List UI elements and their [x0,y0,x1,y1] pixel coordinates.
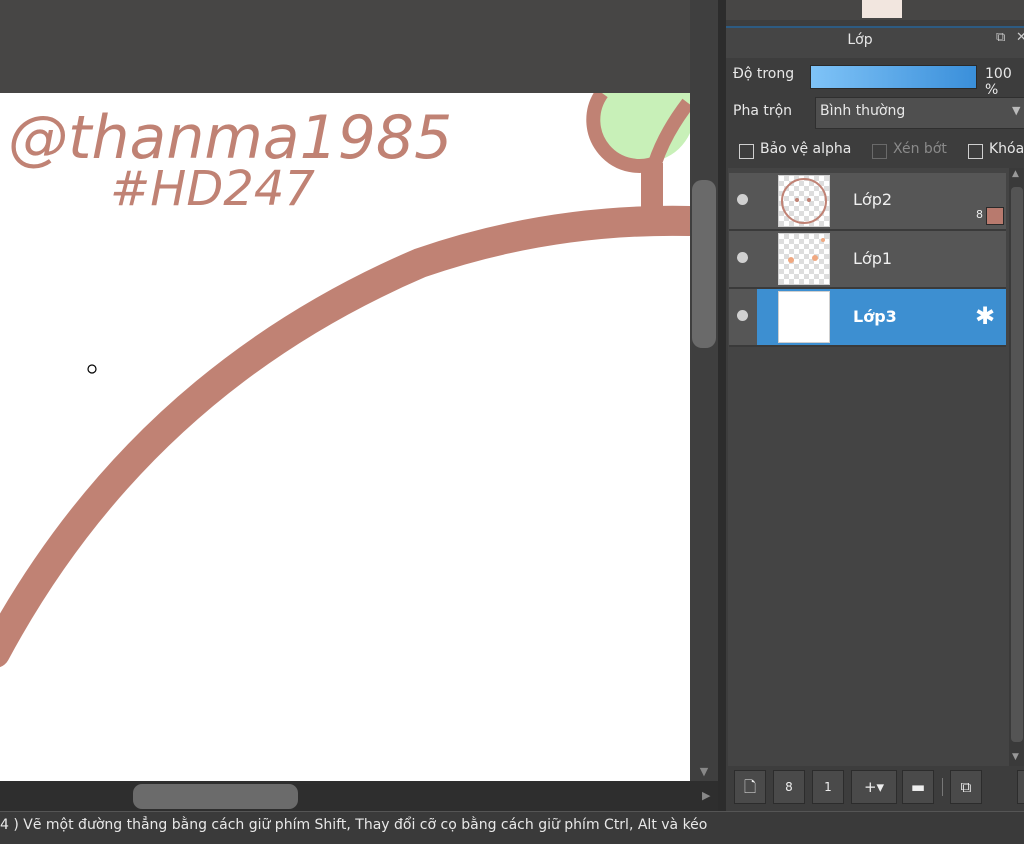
panel-divider[interactable] [718,0,726,811]
add-layer-menu-button[interactable]: +▾ [851,770,897,804]
toolbar-separator [942,778,943,796]
lock-label: Khóa [989,141,1024,157]
brush-cursor [87,364,97,374]
status-text: 4 ) Vẽ một đường thẳng bằng cách giữ phí… [0,817,708,833]
layer-name: Lớp1 [853,249,893,268]
opacity-slider[interactable] [810,65,977,89]
scroll-down-arrow-icon[interactable]: ▼ [694,765,714,779]
scroll-up-arrow-icon[interactable]: ▲ [1012,169,1019,179]
layer-thumbnail [778,291,830,343]
layer-thumbnail-art [788,238,825,263]
layer-name: Lớp2 [853,190,893,209]
layer-color-swatch [986,207,1004,225]
new-8bit-layer-button[interactable]: 8 [773,770,805,804]
duplicate-layer-button[interactable]: ⧉ [950,770,982,804]
more-button[interactable] [1017,770,1024,804]
protect-alpha-checkbox[interactable] [739,144,754,159]
folder-button[interactable]: ▬ [902,770,934,804]
canvas-backdrop [0,0,690,93]
layer-list-scroll-thumb[interactable] [1011,187,1023,742]
protect-alpha-label: Bảo vệ alpha [760,141,852,157]
arc-stroke [0,205,690,668]
new-1bit-layer-button[interactable]: 1 [812,770,844,804]
canvas-horizontal-scroll-thumb[interactable] [133,784,298,809]
canvas-horizontal-scrollbar[interactable] [0,781,718,811]
navigator-thumbnail[interactable] [862,0,902,18]
opacity-value: 100 % [985,66,1012,98]
canvas-vertical-scroll-thumb[interactable] [692,180,716,348]
layer-thumbnail [778,175,830,227]
opacity-label: Độ trong [733,66,795,82]
layer-panel-title: Lớp [847,32,873,48]
gear-icon[interactable]: ✱ [975,303,995,329]
new-layer-button[interactable]: 🗋 [734,770,766,804]
close-icon[interactable]: ✕ [1016,30,1024,46]
clipping-label: Xén bớt [893,141,947,157]
layer-badge: 8 [976,208,983,221]
signature-line2: #HD247 [110,161,315,217]
scroll-right-arrow-icon[interactable]: ▶ [702,789,716,803]
blend-mode-value: Bình thường [820,103,906,119]
layer-name: Lớp3 [853,307,897,326]
eye-icon[interactable] [737,252,748,263]
clipping-checkbox[interactable] [872,144,887,159]
canvas-vertical-scrollbar[interactable] [690,0,718,781]
canvas-artwork: @thanma1985 #HD247 [0,93,690,668]
chevron-down-icon[interactable]: ▼ [1012,104,1020,117]
blend-mode-label: Pha trộn [733,103,793,119]
drawing-canvas[interactable]: @thanma1985 #HD247 [0,93,690,781]
popout-icon[interactable]: ⧉ [996,30,1012,46]
scroll-down-arrow-icon[interactable]: ▼ [1012,752,1019,762]
layer-thumbnail [778,233,830,285]
eye-icon[interactable] [737,310,748,321]
layer-thumbnail-art [781,178,827,224]
lock-checkbox[interactable] [968,144,983,159]
eye-icon[interactable] [737,194,748,205]
